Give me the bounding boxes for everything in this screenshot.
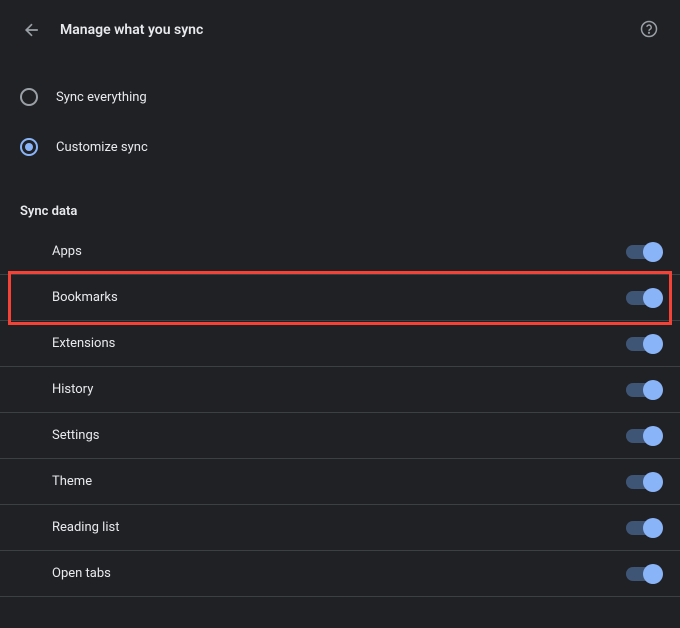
sync-item-row: Bookmarks bbox=[0, 275, 680, 321]
sync-item-row: Apps bbox=[0, 229, 680, 275]
list-item: Open tabs bbox=[0, 551, 680, 597]
toggle-switch[interactable] bbox=[626, 567, 660, 581]
toggle-thumb-icon bbox=[643, 380, 663, 400]
sync-item-row: Open tabs bbox=[0, 551, 680, 597]
toggle-thumb-icon bbox=[643, 288, 663, 308]
sync-item-label: Reading list bbox=[52, 520, 119, 535]
radio-label: Sync everything bbox=[56, 90, 147, 105]
toggle-switch[interactable] bbox=[626, 337, 660, 351]
back-button[interactable] bbox=[20, 18, 44, 42]
sync-item-row: History bbox=[0, 367, 680, 413]
list-item: Reading list bbox=[0, 505, 680, 551]
sync-item-label: Settings bbox=[52, 428, 99, 443]
help-button[interactable] bbox=[640, 20, 660, 40]
sync-item-label: Extensions bbox=[52, 336, 115, 351]
list-item: Apps bbox=[0, 229, 680, 275]
toggle-switch[interactable] bbox=[626, 383, 660, 397]
list-item: Bookmarks bbox=[0, 275, 680, 321]
toggle-switch[interactable] bbox=[626, 521, 660, 535]
section-title: Sync data bbox=[0, 184, 680, 229]
list-item: Theme bbox=[0, 459, 680, 505]
list-item: Settings bbox=[0, 413, 680, 459]
sync-item-row: Theme bbox=[0, 459, 680, 505]
sync-item-label: Theme bbox=[52, 474, 92, 489]
toggle-switch[interactable] bbox=[626, 291, 660, 305]
toggle-thumb-icon bbox=[643, 334, 663, 354]
toggle-switch[interactable] bbox=[626, 429, 660, 443]
list-item: Extensions bbox=[0, 321, 680, 367]
radio-sync-everything[interactable]: Sync everything bbox=[0, 72, 680, 122]
list-item: History bbox=[0, 367, 680, 413]
radio-customize-sync[interactable]: Customize sync bbox=[0, 122, 680, 172]
sync-item-label: History bbox=[52, 382, 93, 397]
sync-item-label: Apps bbox=[52, 244, 82, 259]
sync-item-row: Reading list bbox=[0, 505, 680, 551]
toggle-thumb-icon bbox=[643, 472, 663, 492]
sync-item-label: Open tabs bbox=[52, 566, 111, 581]
toggle-thumb-icon bbox=[643, 426, 663, 446]
arrow-left-icon bbox=[22, 20, 42, 40]
radio-inner-icon bbox=[25, 143, 33, 151]
toggle-thumb-icon bbox=[643, 242, 663, 262]
sync-item-row: Settings bbox=[0, 413, 680, 459]
toggle-thumb-icon bbox=[643, 518, 663, 538]
sync-item-label: Bookmarks bbox=[52, 290, 118, 305]
page-title: Manage what you sync bbox=[60, 22, 640, 38]
toggle-thumb-icon bbox=[643, 564, 663, 584]
radio-icon bbox=[20, 138, 38, 156]
toggle-switch[interactable] bbox=[626, 475, 660, 489]
toggle-switch[interactable] bbox=[626, 245, 660, 259]
sync-data-list: Apps Bookmarks Extensions History Settings Th… bbox=[0, 229, 680, 597]
radio-label: Customize sync bbox=[56, 140, 148, 155]
radio-icon bbox=[20, 88, 38, 106]
help-icon bbox=[640, 20, 658, 38]
sync-item-row: Extensions bbox=[0, 321, 680, 367]
